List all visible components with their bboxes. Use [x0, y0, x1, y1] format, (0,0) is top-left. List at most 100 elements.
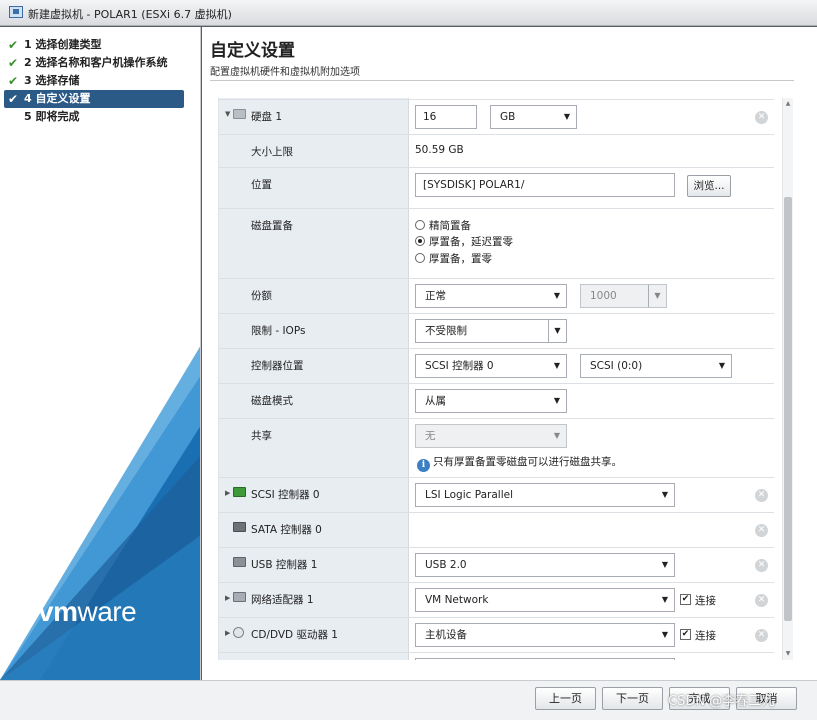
sharing-row: 共享 无 ▼ i 只有厚置备置零磁盘可以进行磁盘共享。	[219, 419, 774, 478]
step-select-name-os[interactable]: ✔ 2 选择名称和客户机操作系统	[0, 54, 200, 72]
controller-location-label: 控制器位置	[251, 360, 304, 372]
network-select[interactable]: VM Network ▼	[415, 588, 675, 612]
sata-controller-label: SATA 控制器 0	[251, 524, 322, 536]
remove-device-icon[interactable]: ✕	[755, 489, 768, 502]
dropdown-arrow-icon: ▼	[548, 320, 566, 342]
shares-label: 份额	[251, 290, 272, 302]
controller-location-row: 控制器位置 SCSI 控制器 0 ▼ SCSI (0:0) ▼	[219, 349, 774, 384]
hard-disk-label: 硬盘 1	[251, 111, 283, 123]
back-button[interactable]: 上一页	[535, 687, 596, 710]
network-adapter-icon	[233, 592, 246, 602]
location-input[interactable]: [SYSDISK] POLAR1/	[415, 173, 675, 197]
remove-device-icon[interactable]: ✕	[755, 629, 768, 642]
max-size-row: 大小上限 50.59 GB	[219, 135, 774, 168]
remove-device-icon[interactable]: ✕	[755, 524, 768, 537]
hard-disk-icon	[233, 109, 246, 119]
dropdown-arrow-icon: ▼	[661, 490, 668, 499]
remove-device-icon[interactable]: ✕	[755, 559, 768, 572]
limit-iops-row: 限制 - IOPs 不受限制 ▼	[219, 314, 774, 349]
info-icon: i	[417, 459, 430, 472]
network-adapter-row: ▶ 网络适配器 1 VM Network ▼ ✔ 连接 ✕	[219, 583, 774, 618]
usb-type-select[interactable]: USB 2.0 ▼	[415, 553, 675, 577]
disk-size-unit-select[interactable]: GB ▼	[490, 105, 577, 129]
title-divider	[210, 80, 794, 81]
sharing-info: i 只有厚置备置零磁盘可以进行磁盘共享。	[417, 454, 622, 472]
disk-mode-select[interactable]: 从属 ▼	[415, 389, 567, 413]
disk-provisioning-row: 磁盘置备 精简置备 厚置备，延迟置零 厚置备，置零	[219, 209, 774, 279]
sata-controller-icon	[233, 522, 246, 532]
window-titlebar: 新建虚拟机 - POLAR1 (ESXi 6.7 虚拟机)	[0, 0, 817, 26]
disk-mode-row: 磁盘模式 从属 ▼	[219, 384, 774, 419]
brand-background-graphic	[0, 346, 200, 680]
cddvd-label: CD/DVD 驱动器 1	[251, 629, 338, 641]
radio-thick-eager[interactable]	[415, 253, 425, 263]
checkmark-icon: ✔	[8, 92, 19, 106]
remove-device-icon[interactable]: ✕	[755, 111, 768, 124]
controller-select[interactable]: SCSI 控制器 0 ▼	[415, 354, 567, 378]
expand-arrow-icon[interactable]: ▶	[225, 489, 230, 497]
checkmark-icon: ✔	[8, 56, 19, 70]
cddvd-select[interactable]: 主机设备 ▼	[415, 623, 675, 647]
vm-window-icon	[9, 6, 23, 18]
wizard-steps: ✔ 1 选择创建类型 ✔ 2 选择名称和客户机操作系统 ✔ 3 选择存储 ✔ 4 自定义…	[0, 36, 200, 126]
window-title: 新建虚拟机 - POLAR1 (ESXi 6.7 虚拟机)	[28, 8, 232, 21]
network-connect-label: 连接	[695, 595, 716, 607]
hard-disk-row: ▼ 硬盘 1 16 GB ▼ ✕	[219, 100, 774, 135]
collapse-arrow-icon[interactable]: ▼	[225, 110, 230, 118]
dropdown-arrow-icon: ▼	[553, 291, 560, 300]
cddvd-icon	[233, 627, 244, 638]
dropdown-arrow-icon: ▼	[553, 396, 560, 405]
dropdown-arrow-icon: ▼	[718, 361, 725, 370]
dropdown-arrow-icon: ▼	[648, 285, 666, 307]
scroll-down-arrow-icon[interactable]: ▼	[783, 648, 793, 660]
radio-thin[interactable]	[415, 220, 425, 230]
next-row-partial	[219, 653, 774, 660]
remove-device-icon[interactable]: ✕	[755, 594, 768, 607]
scroll-thumb[interactable]	[784, 197, 792, 621]
dropdown-arrow-icon: ▼	[553, 431, 560, 440]
step-label: 4 自定义设置	[24, 92, 91, 105]
expand-arrow-icon[interactable]: ▶	[225, 594, 230, 602]
shares-row: 份额 正常 ▼ 1000 ▼	[219, 279, 774, 314]
provision-thin-option[interactable]: 精简置备	[415, 218, 471, 233]
checkmark-icon: ✔	[8, 74, 19, 88]
next-button[interactable]: 下一页	[602, 687, 663, 710]
provision-thick-eager-option[interactable]: 厚置备，置零	[415, 251, 492, 266]
step-label: 5 即将完成	[24, 110, 80, 123]
cddvd-drive-row: ▶ CD/DVD 驱动器 1 主机设备 ▼ ✔ 连接 ✕	[219, 618, 774, 653]
disk-provisioning-label: 磁盘置备	[251, 220, 293, 232]
disk-size-input[interactable]: 16	[415, 105, 477, 129]
provision-thick-lazy-option[interactable]: 厚置备，延迟置零	[415, 234, 513, 249]
next-row-input[interactable]	[415, 658, 675, 660]
scroll-up-arrow-icon[interactable]: ▲	[783, 98, 793, 110]
radio-thick-lazy[interactable]	[415, 236, 425, 246]
usb-controller-icon	[233, 557, 246, 567]
network-connect-checkbox[interactable]: ✔	[680, 594, 691, 605]
main-content: 自定义设置 配置虚拟机硬件和虚拟机附加选项 ▼ 硬盘 1 16 GB ▼ ✕ 大小…	[202, 27, 817, 680]
location-label: 位置	[251, 179, 272, 191]
page-subtitle: 配置虚拟机硬件和虚拟机附加选项	[210, 67, 360, 78]
usb-controller-row: USB 控制器 1 USB 2.0 ▼ ✕	[219, 548, 774, 583]
checkmark-icon: ✔	[8, 38, 19, 52]
network-adapter-label: 网络适配器 1	[251, 594, 314, 606]
vmware-logo: vmware	[38, 596, 137, 627]
scsi-controller-icon	[233, 487, 246, 497]
watermark: CSDN @李春三九	[668, 694, 775, 709]
step-customize-settings[interactable]: ✔ 4 自定义设置	[4, 90, 184, 108]
limit-iops-select[interactable]: 不受限制 ▼	[415, 319, 567, 343]
step-ready-to-complete[interactable]: 5 即将完成	[0, 108, 200, 126]
controller-slot-select[interactable]: SCSI (0:0) ▼	[580, 354, 732, 378]
dropdown-arrow-icon: ▼	[553, 361, 560, 370]
step-select-storage[interactable]: ✔ 3 选择存储	[0, 72, 200, 90]
scsi-type-select[interactable]: LSI Logic Parallel ▼	[415, 483, 675, 507]
dropdown-arrow-icon: ▼	[661, 595, 668, 604]
disk-mode-label: 磁盘模式	[251, 395, 293, 407]
vertical-scrollbar[interactable]: ▲ ▼	[782, 98, 793, 660]
limit-iops-label: 限制 - IOPs	[251, 325, 306, 337]
step-select-creation-type[interactable]: ✔ 1 选择创建类型	[0, 36, 200, 54]
shares-select[interactable]: 正常 ▼	[415, 284, 567, 308]
browse-button[interactable]: 浏览...	[687, 175, 731, 197]
expand-arrow-icon[interactable]: ▶	[225, 629, 230, 637]
usb-controller-label: USB 控制器 1	[251, 559, 318, 571]
cddvd-connect-checkbox[interactable]: ✔	[680, 629, 691, 640]
